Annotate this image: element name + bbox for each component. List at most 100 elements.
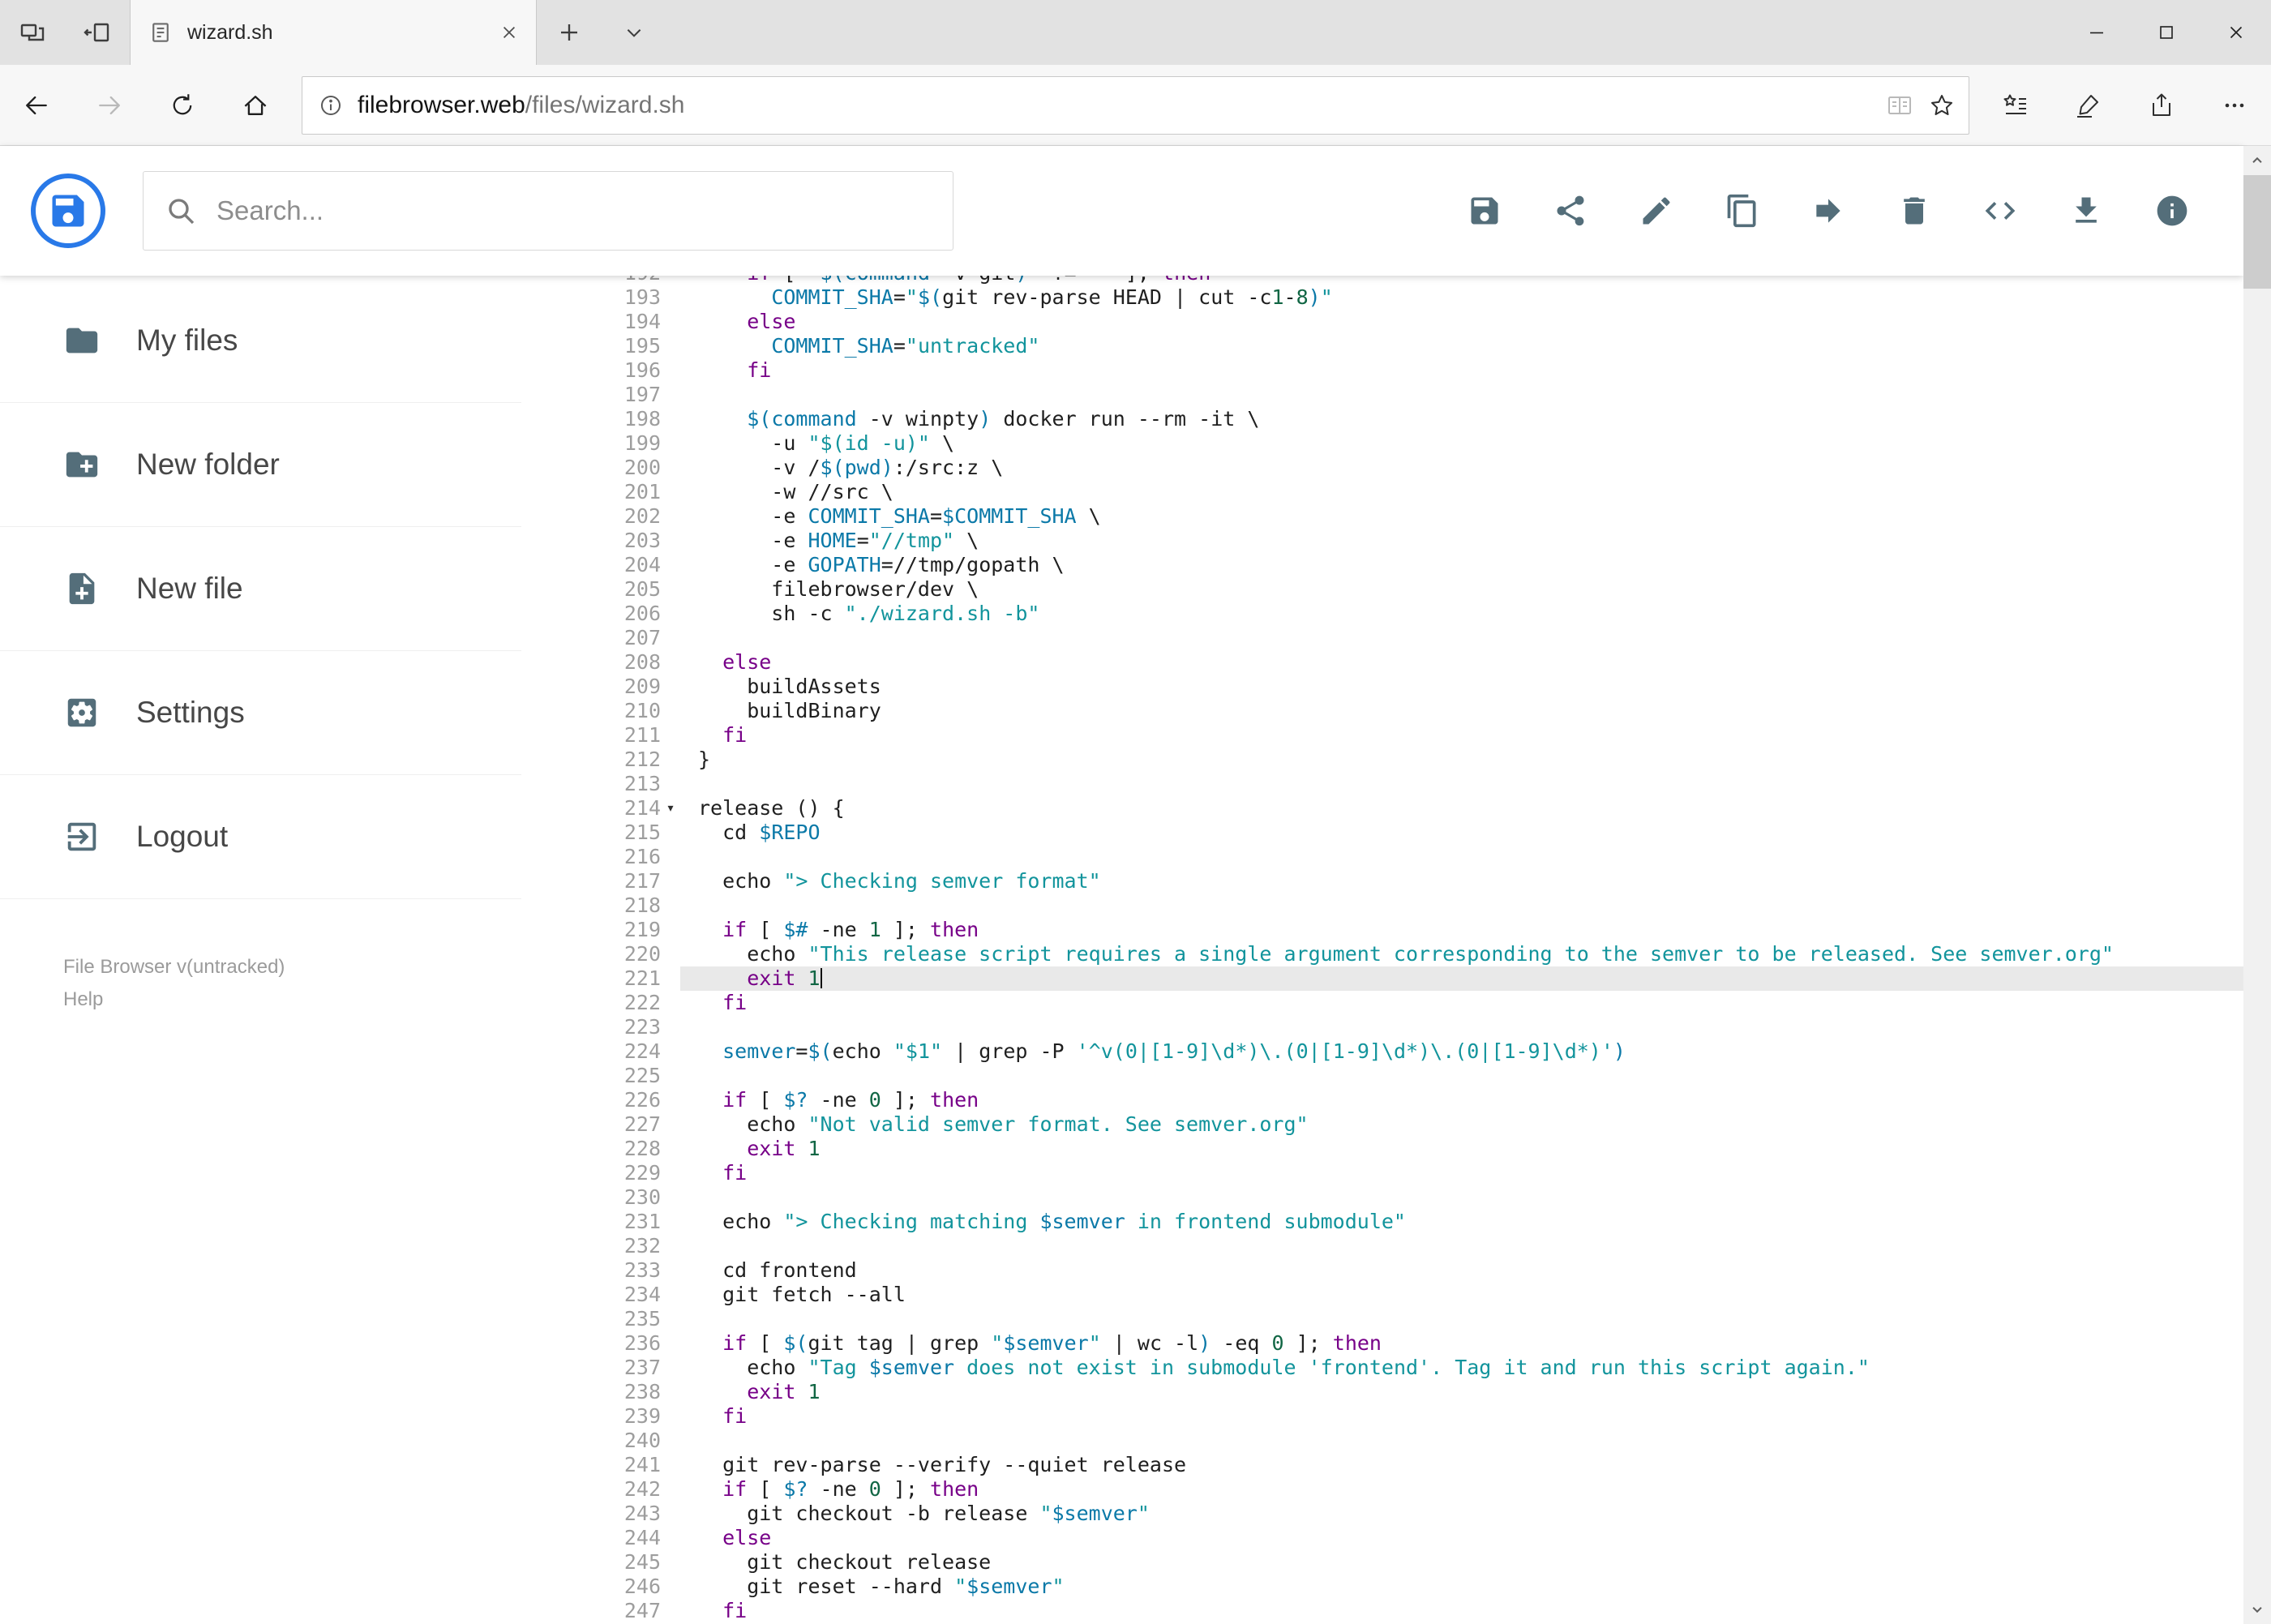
sidebar-item-new-file[interactable]: New file: [0, 527, 521, 651]
code-line[interactable]: 211 fi: [580, 723, 2243, 748]
search-input[interactable]: [216, 195, 932, 226]
code-line[interactable]: 238 exit 1: [580, 1380, 2243, 1404]
code-line[interactable]: 192 if [ "$(command -v git)" != "" ]; th…: [580, 276, 2243, 285]
code-line[interactable]: 223: [580, 1015, 2243, 1039]
back-button[interactable]: [0, 65, 73, 145]
code-line[interactable]: 214 ▾ release () {: [580, 796, 2243, 821]
code-line[interactable]: 218: [580, 893, 2243, 918]
code-line[interactable]: 237 echo "Tag $semver does not exist in …: [580, 1356, 2243, 1380]
code-line[interactable]: 203 -e HOME="//tmp" \: [580, 529, 2243, 553]
move-icon[interactable]: [1810, 193, 1846, 229]
delete-icon[interactable]: [1896, 193, 1932, 229]
search-bar[interactable]: [143, 171, 953, 251]
code-line[interactable]: 239 fi: [580, 1404, 2243, 1429]
add-favorite-icon[interactable]: [1928, 92, 1956, 119]
code-line[interactable]: 198 $(command -v winpty) docker run --rm…: [580, 407, 2243, 431]
code-line[interactable]: 235: [580, 1307, 2243, 1331]
code-line[interactable]: 208 else: [580, 650, 2243, 675]
code-line[interactable]: 193 COMMIT_SHA="$(git rev-parse HEAD | c…: [580, 285, 2243, 310]
code-editor[interactable]: 192 if [ "$(command -v git)" != "" ]; th…: [580, 276, 2243, 1624]
code-line[interactable]: 230: [580, 1185, 2243, 1210]
code-line[interactable]: 231 echo "> Checking matching $semver in…: [580, 1210, 2243, 1234]
refresh-button[interactable]: [146, 65, 219, 145]
page-scrollbar[interactable]: [2243, 146, 2271, 1624]
more-button[interactable]: [2198, 65, 2271, 145]
sidebar-item-settings[interactable]: Settings: [0, 651, 521, 775]
share-icon[interactable]: [1553, 193, 1588, 229]
code-line[interactable]: 233 cd frontend: [580, 1258, 2243, 1283]
code-line[interactable]: 225: [580, 1064, 2243, 1088]
code-line[interactable]: 205 filebrowser/dev \: [580, 577, 2243, 602]
web-note-button[interactable]: [2052, 65, 2125, 145]
home-button[interactable]: [219, 65, 292, 145]
tab-preview-toggle[interactable]: [602, 0, 666, 65]
code-line[interactable]: 226 if [ $? -ne 0 ]; then: [580, 1088, 2243, 1112]
sidebar-item-my-files[interactable]: My files: [0, 279, 521, 403]
code-line[interactable]: 221 exit 1: [580, 966, 2243, 991]
code-line[interactable]: 227 echo "Not valid semver format. See s…: [580, 1112, 2243, 1137]
code-line[interactable]: 247 fi: [580, 1599, 2243, 1623]
maximize-button[interactable]: [2132, 0, 2201, 65]
new-tab-button[interactable]: [537, 0, 602, 65]
code-line[interactable]: 194 else: [580, 310, 2243, 334]
code-line[interactable]: 209 buildAssets: [580, 675, 2243, 699]
download-icon[interactable]: [2068, 193, 2104, 229]
code-line[interactable]: 202 -e COMMIT_SHA=$COMMIT_SHA \: [580, 504, 2243, 529]
code-line[interactable]: 244 else: [580, 1526, 2243, 1550]
close-button[interactable]: [2201, 0, 2271, 65]
code-icon[interactable]: [1982, 193, 2018, 229]
code-line[interactable]: 219 if [ $# -ne 1 ]; then: [580, 918, 2243, 942]
minimize-button[interactable]: [2062, 0, 2132, 65]
app-logo[interactable]: [31, 174, 105, 248]
edit-icon[interactable]: [1639, 193, 1674, 229]
scroll-up-button[interactable]: [2243, 146, 2271, 175]
code-line[interactable]: 213: [580, 772, 2243, 796]
scroll-down-button[interactable]: [2243, 1595, 2271, 1624]
info-icon[interactable]: [2154, 193, 2190, 229]
address-bar[interactable]: filebrowser.web/files/wizard.sh: [302, 75, 1969, 135]
code-line[interactable]: 241 git rev-parse --verify --quiet relea…: [580, 1453, 2243, 1477]
code-line[interactable]: 240: [580, 1429, 2243, 1453]
code-line[interactable]: 197: [580, 383, 2243, 407]
copy-icon[interactable]: [1725, 193, 1760, 229]
set-tabs-aside-button[interactable]: [65, 0, 130, 65]
share-button[interactable]: [2125, 65, 2198, 145]
code-line[interactable]: 229 fi: [580, 1161, 2243, 1185]
browser-tab[interactable]: wizard.sh: [130, 0, 537, 65]
code-line[interactable]: 232: [580, 1234, 2243, 1258]
code-line[interactable]: 200 -v /$(pwd):/src:z \: [580, 456, 2243, 480]
code-line[interactable]: 242 if [ $? -ne 0 ]; then: [580, 1477, 2243, 1502]
code-line[interactable]: 199 -u "$(id -u)" \: [580, 431, 2243, 456]
code-line[interactable]: 212}: [580, 748, 2243, 772]
code-line[interactable]: 215 cd $REPO: [580, 821, 2243, 845]
code-line[interactable]: 246 git reset --hard "$semver": [580, 1575, 2243, 1599]
save-icon[interactable]: [1467, 193, 1502, 229]
tabs-preview-button[interactable]: [0, 0, 65, 65]
code-line[interactable]: 222 fi: [580, 991, 2243, 1015]
code-line[interactable]: 210 buildBinary: [580, 699, 2243, 723]
hub-button[interactable]: [1979, 65, 2052, 145]
code-line[interactable]: 236 if [ $(git tag | grep "$semver" | wc…: [580, 1331, 2243, 1356]
help-link[interactable]: Help: [63, 983, 580, 1016]
url-text[interactable]: filebrowser.web/files/wizard.sh: [358, 92, 1871, 119]
code-line[interactable]: 201 -w //src \: [580, 480, 2243, 504]
code-line[interactable]: 224 semver=$(echo "$1" | grep -P '^v(0|[…: [580, 1039, 2243, 1064]
tab-close-icon[interactable]: [500, 24, 518, 41]
fold-marker-icon[interactable]: ▾: [661, 796, 680, 821]
code-line[interactable]: 234 git fetch --all: [580, 1283, 2243, 1307]
code-line[interactable]: 243 git checkout -b release "$semver": [580, 1502, 2243, 1526]
code-line[interactable]: 196 fi: [580, 358, 2243, 383]
code-line[interactable]: 195 COMMIT_SHA="untracked": [580, 334, 2243, 358]
site-info-icon[interactable]: [319, 93, 343, 118]
code-line[interactable]: 207: [580, 626, 2243, 650]
code-line[interactable]: 216: [580, 845, 2243, 869]
code-line[interactable]: 217 echo "> Checking semver format": [580, 869, 2243, 893]
forward-button[interactable]: [73, 65, 146, 145]
code-line[interactable]: 245 git checkout release: [580, 1550, 2243, 1575]
code-line[interactable]: 228 exit 1: [580, 1137, 2243, 1161]
scrollbar-thumb[interactable]: [2243, 175, 2271, 289]
code-line[interactable]: 220 echo "This release script requires a…: [580, 942, 2243, 966]
code-line[interactable]: 206 sh -c "./wizard.sh -b": [580, 602, 2243, 626]
code-line[interactable]: 204 -e GOPATH=//tmp/gopath \: [580, 553, 2243, 577]
sidebar-item-logout[interactable]: Logout: [0, 775, 521, 899]
